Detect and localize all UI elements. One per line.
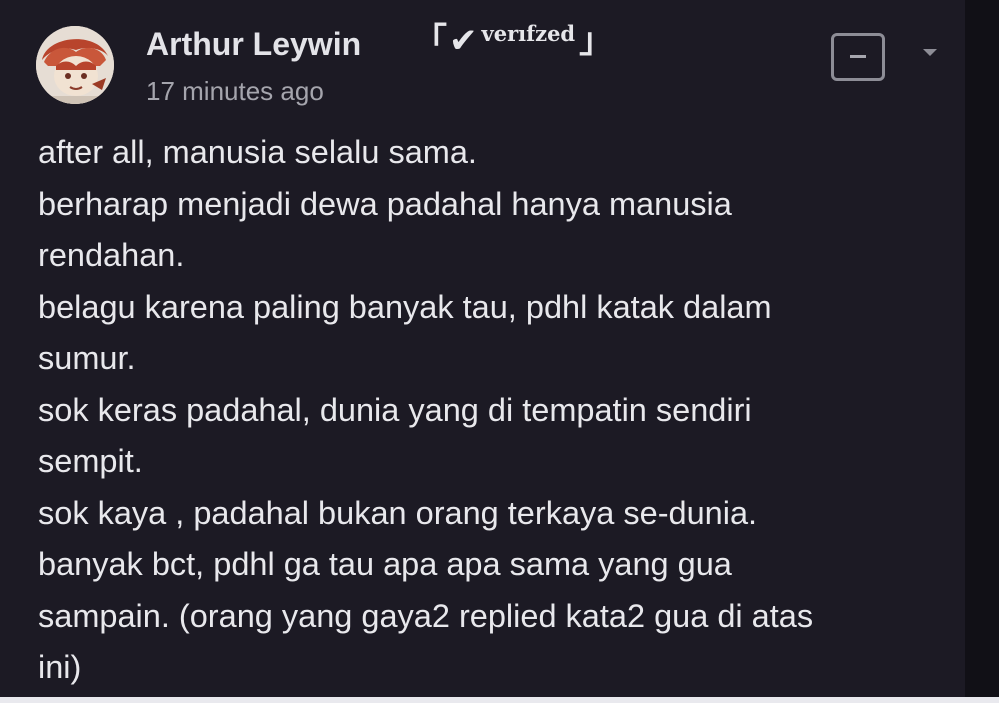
bottom-edge [0, 697, 999, 703]
minus-square-icon [850, 55, 866, 58]
comment-line: after all, manusia selalu sama. [38, 134, 477, 170]
comment-line: rendahan. [38, 237, 185, 273]
badge-right-bracket: 」 [579, 22, 614, 60]
verified-badge: 「✔ verıfzed」 [413, 18, 613, 64]
comment-card: Arthur Leywin 「✔ verıfzed」 17 minutes ago… [0, 0, 999, 703]
comment-line: banyak bct, pdhl ga tau apa apa sama yan… [38, 546, 732, 582]
comment-line: sumur. [38, 340, 136, 376]
comment-line: sampain. (orang yang gaya2 replied kata2… [38, 597, 814, 634]
comment-line: sok kaya , padahal bukan orang terkaya s… [38, 494, 758, 531]
comment-body: after all, manusia selalu sama. berharap… [38, 127, 968, 694]
collapse-button[interactable] [831, 33, 885, 81]
right-edge-shadow [965, 0, 999, 703]
badge-left-bracket: 「 [413, 22, 447, 60]
comment-line: ini) [38, 649, 82, 685]
chevron-down-icon[interactable] [920, 46, 940, 60]
author-name[interactable]: Arthur Leywin [146, 26, 361, 63]
comment-line: sempit. [38, 443, 143, 479]
checkmark-icon: ✔ [449, 22, 478, 60]
comment-line: berharap menjadi dewa padahal hanya manu… [38, 185, 732, 222]
avatar[interactable] [36, 26, 114, 104]
comment-line: belagu karena paling banyak tau, pdhl ka… [38, 288, 772, 325]
comment-line: sok keras padahal, dunia yang di tempati… [38, 391, 752, 428]
timestamp: 17 minutes ago [146, 76, 324, 106]
avatar-image [36, 26, 114, 104]
verified-label: verıfzed [481, 21, 576, 46]
